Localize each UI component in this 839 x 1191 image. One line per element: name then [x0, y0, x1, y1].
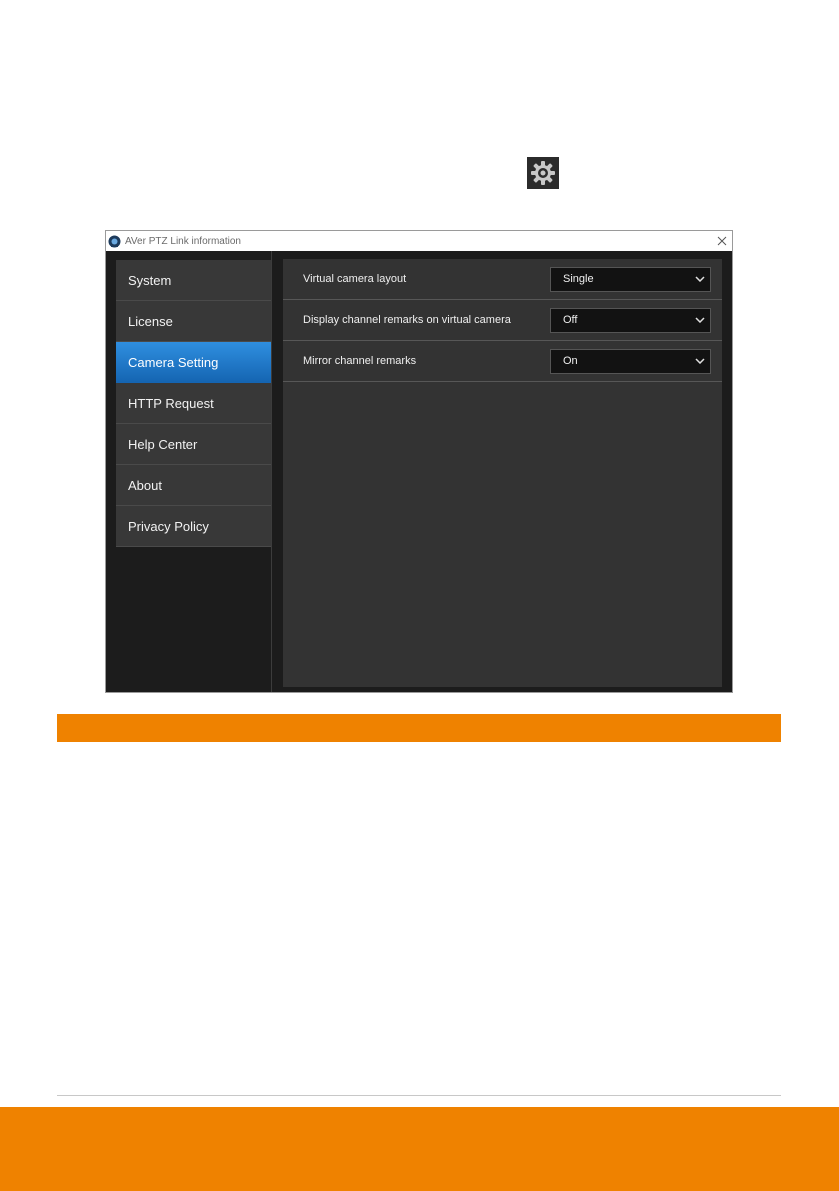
select-value: On — [563, 355, 578, 367]
sidebar-item-label: Camera Setting — [128, 354, 219, 370]
sidebar-item-license[interactable]: License — [116, 301, 271, 342]
setting-label: Mirror channel remarks — [303, 355, 417, 367]
sidebar-item-label: License — [128, 313, 173, 329]
mirror-channel-remarks-select[interactable]: On — [550, 348, 711, 374]
setting-row-mirror-channel-remarks: Mirror channel remarks On — [283, 341, 722, 382]
close-button[interactable] — [712, 231, 732, 251]
chevron-down-icon — [695, 317, 705, 323]
setting-row-display-channel-remarks: Display channel remarks on virtual camer… — [283, 300, 722, 341]
sidebar-item-label: About — [128, 477, 162, 493]
sidebar: System License Camera Setting HTTP Reque… — [106, 251, 272, 692]
sidebar-item-privacy-policy[interactable]: Privacy Policy — [116, 506, 271, 547]
sidebar-item-help-center[interactable]: Help Center — [116, 424, 271, 465]
title-bar: AVer PTZ Link information — [106, 231, 732, 251]
select-value: Off — [563, 314, 578, 326]
sidebar-item-label: Privacy Policy — [128, 518, 209, 534]
sidebar-item-system[interactable]: System — [116, 260, 271, 301]
close-icon — [717, 236, 727, 246]
chevron-down-icon — [695, 276, 705, 282]
virtual-camera-layout-select[interactable]: Single — [550, 266, 711, 292]
sidebar-item-http-request[interactable]: HTTP Request — [116, 383, 271, 424]
sidebar-item-label: HTTP Request — [128, 395, 214, 411]
app-window: AVer PTZ Link information System License… — [105, 230, 733, 693]
footer-band — [0, 1107, 839, 1191]
sidebar-item-about[interactable]: About — [116, 465, 271, 506]
section-header-bar — [57, 714, 781, 742]
sidebar-item-label: System — [128, 272, 172, 288]
sidebar-item-label: Help Center — [128, 436, 198, 452]
settings-panel: Virtual camera layout Single Display cha… — [283, 259, 722, 687]
sidebar-item-camera-setting[interactable]: Camera Setting — [116, 342, 271, 383]
setting-label: Display channel remarks on virtual camer… — [303, 314, 511, 326]
setting-label: Virtual camera layout — [303, 273, 407, 285]
chevron-down-icon — [695, 358, 705, 364]
window-title: AVer PTZ Link information — [125, 235, 241, 247]
app-logo-icon — [108, 235, 121, 248]
sidebar-list: System License Camera Setting HTTP Reque… — [116, 260, 271, 547]
select-value: Single — [563, 273, 594, 285]
display-channel-remarks-select[interactable]: Off — [550, 307, 711, 333]
footer-divider — [57, 1095, 781, 1096]
gear-icon — [527, 157, 559, 189]
setting-row-virtual-camera-layout: Virtual camera layout Single — [283, 259, 722, 300]
